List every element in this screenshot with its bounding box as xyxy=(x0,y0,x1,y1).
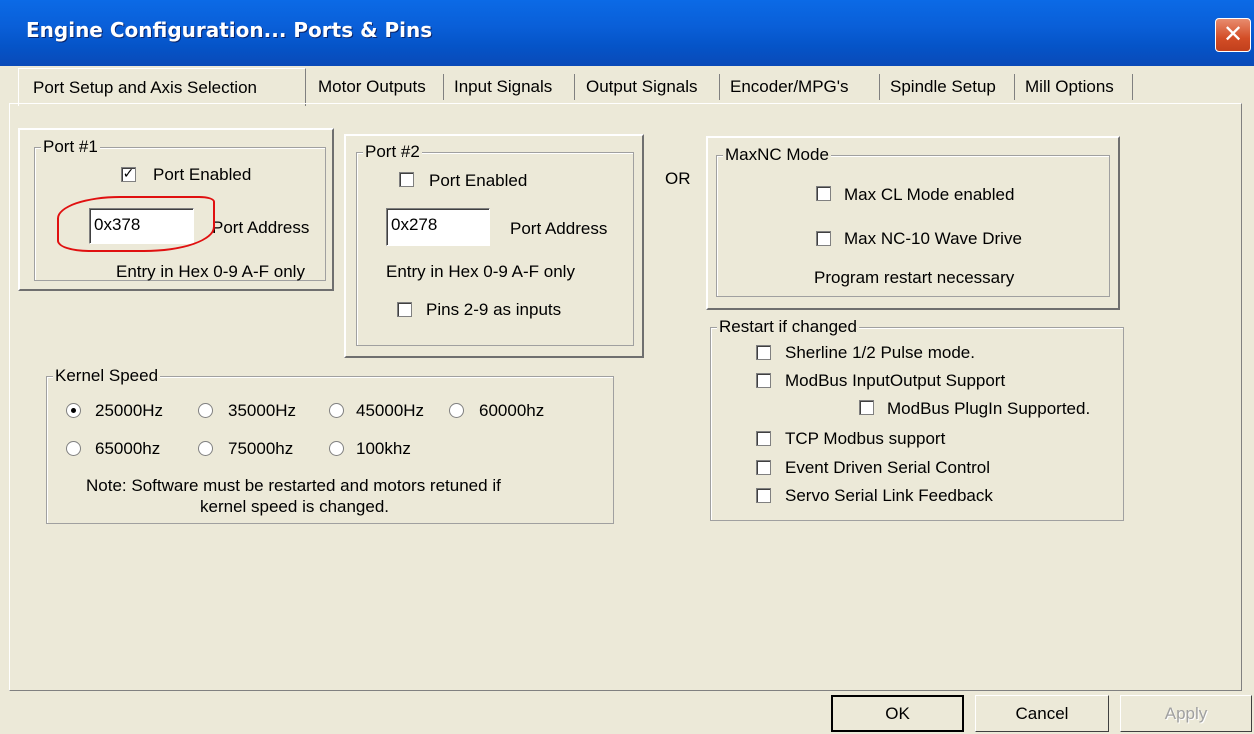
port1-hint: Entry in Hex 0-9 A-F only xyxy=(116,262,305,281)
tab-spindle-setup[interactable]: Spindle Setup xyxy=(884,74,1015,100)
port1-enabled-checkbox[interactable]: ✓ xyxy=(121,167,136,182)
tab-motor-outputs[interactable]: Motor Outputs xyxy=(312,74,444,100)
port2-address-input[interactable]: 0x278 xyxy=(386,208,490,246)
servo-serial-checkbox[interactable] xyxy=(756,488,771,503)
kernel-radio-35000[interactable] xyxy=(198,403,213,418)
pins-as-inputs-label: Pins 2-9 as inputs xyxy=(426,300,562,319)
kernel-radio-75000[interactable] xyxy=(198,441,213,456)
maxnc-legend: MaxNC Mode xyxy=(723,145,831,165)
close-button[interactable]: ✕ xyxy=(1215,18,1251,52)
window-title: Engine Configuration... Ports & Pins xyxy=(26,18,433,42)
tcp-modbus-label: TCP Modbus support xyxy=(785,429,946,448)
kernel-label-100k: 100khz xyxy=(356,439,411,458)
tab-port-setup[interactable]: Port Setup and Axis Selection xyxy=(18,68,306,106)
tab-strip: Port Setup and Axis Selection Motor Outp… xyxy=(18,66,1254,106)
ok-button[interactable]: OK xyxy=(831,695,964,732)
port1-enabled-label: Port Enabled xyxy=(153,165,252,184)
max-nc10-checkbox[interactable] xyxy=(816,231,831,246)
kernel-radio-45000[interactable] xyxy=(329,403,344,418)
kernel-radio-65000[interactable] xyxy=(66,441,81,456)
servo-serial-label: Servo Serial Link Feedback xyxy=(785,486,993,505)
modbus-plugin-label: ModBus PlugIn Supported. xyxy=(887,399,1091,418)
modbus-io-label: ModBus InputOutput Support xyxy=(785,371,1006,390)
tcp-modbus-checkbox[interactable] xyxy=(756,431,771,446)
kernel-label-35000: 35000Hz xyxy=(228,401,297,420)
port1-address-label: Port Address xyxy=(212,218,310,237)
kernel-radio-25000[interactable] xyxy=(66,403,81,418)
max-nc10-label: Max NC-10 Wave Drive xyxy=(844,229,1022,248)
event-serial-checkbox[interactable] xyxy=(756,460,771,475)
tab-input-signals[interactable]: Input Signals xyxy=(448,74,575,100)
cancel-button[interactable]: Cancel xyxy=(975,695,1109,732)
red-annotation-circle xyxy=(57,196,215,252)
port1-legend: Port #1 xyxy=(41,137,100,157)
checkmark-icon: ✓ xyxy=(122,166,135,182)
kernel-label-75000: 75000hz xyxy=(228,439,294,458)
max-cl-mode-label: Max CL Mode enabled xyxy=(844,185,1015,204)
tab-mill-options[interactable]: Mill Options xyxy=(1019,74,1133,100)
port2-enabled-label: Port Enabled xyxy=(429,171,528,190)
kernel-label-25000: 25000Hz xyxy=(95,401,164,420)
tab-output-signals[interactable]: Output Signals xyxy=(580,74,720,100)
port2-enabled-checkbox[interactable] xyxy=(399,172,414,187)
restart-legend: Restart if changed xyxy=(717,317,859,337)
kernel-label-45000: 45000Hz xyxy=(356,401,425,420)
apply-button[interactable]: Apply xyxy=(1120,695,1252,732)
port2-hint: Entry in Hex 0-9 A-F only xyxy=(386,262,575,281)
title-bar[interactable]: Engine Configuration... Ports & Pins ✕ xyxy=(0,0,1254,66)
or-label: OR xyxy=(665,169,691,188)
kernel-radio-60000[interactable] xyxy=(449,403,464,418)
tab-encoder-mpg[interactable]: Encoder/MPG's xyxy=(724,74,880,100)
port2-legend: Port #2 xyxy=(363,142,422,162)
event-serial-label: Event Driven Serial Control xyxy=(785,458,991,477)
max-cl-mode-checkbox[interactable] xyxy=(816,186,831,201)
close-icon: ✕ xyxy=(1222,20,1244,48)
kernel-note-line1: Note: Software must be restarted and mot… xyxy=(86,476,501,495)
modbus-io-checkbox[interactable] xyxy=(756,373,771,388)
sherline-pulse-label: Sherline 1/2 Pulse mode. xyxy=(785,343,975,362)
sherline-pulse-checkbox[interactable] xyxy=(756,345,771,360)
kernel-note-line2: kernel speed is changed. xyxy=(200,497,390,516)
kernel-radio-100k[interactable] xyxy=(329,441,344,456)
kernel-label-65000: 65000hz xyxy=(95,439,161,458)
pins-as-inputs-checkbox[interactable] xyxy=(397,302,412,317)
modbus-plugin-checkbox[interactable] xyxy=(859,400,874,415)
maxnc-note: Program restart necessary xyxy=(814,268,1015,287)
port2-address-label: Port Address xyxy=(510,219,608,238)
kernel-label-60000: 60000hz xyxy=(479,401,545,420)
kernel-speed-legend: Kernel Speed xyxy=(53,366,161,386)
